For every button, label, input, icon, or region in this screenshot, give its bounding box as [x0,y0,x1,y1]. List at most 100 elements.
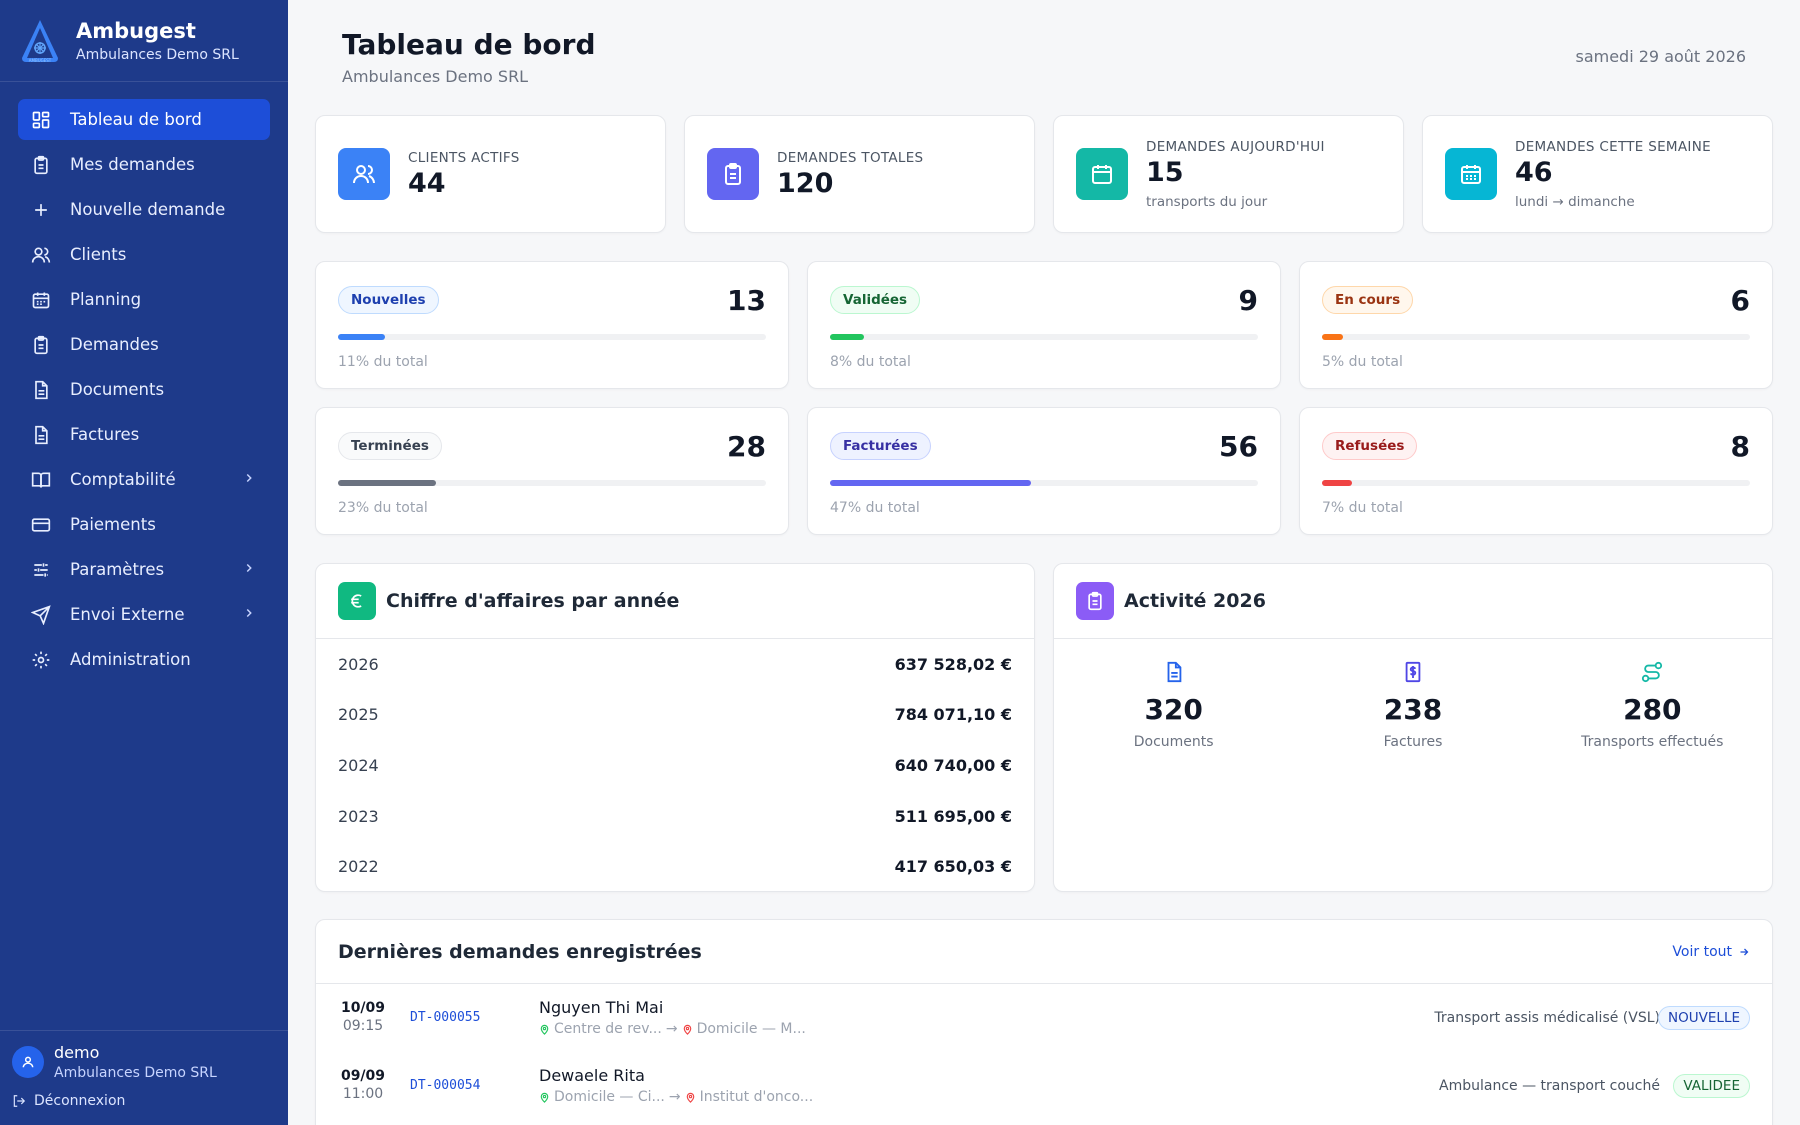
status-card-facturees[interactable]: Facturées 56 47% du total [807,407,1281,535]
route-arrow-icon: → [665,1021,678,1037]
activity-value: 238 [1383,693,1443,726]
clipboard-icon [1076,582,1114,620]
request-row[interactable]: 09/09 11:00 DT-000054 Dewaele Rita Domic… [316,1052,1772,1120]
request-id-link[interactable]: DT-000055 [410,1010,480,1025]
sidebar-item-label: Mes demandes [70,155,195,174]
revenue-year: 2022 [338,857,379,877]
sidebar-item-label: Envoi Externe [70,605,185,624]
kpi-value: 15 [1146,156,1184,188]
sidebar-item-demandes[interactable]: Demandes [18,324,270,365]
user-icon [22,1056,34,1068]
logout-label: Déconnexion [34,1093,126,1109]
status-card-validees[interactable]: Validées 9 8% du total [807,261,1281,389]
document-icon [30,379,52,401]
status-percent: 8% du total [830,354,911,370]
status-progress-fill [830,480,1032,486]
status-progress-fill [830,334,865,340]
sidebar-item-clients[interactable]: Clients [18,234,270,275]
kpi-note: lundi → dimanche [1515,193,1635,210]
brand[interactable]: AMBUGEST Ambugest Ambulances Demo SRL [0,0,288,82]
sidebar: AMBUGEST Ambugest Ambulances Demo SRL Ta… [0,0,288,1125]
sidebar-item-mes-demandes[interactable]: Mes demandes [18,144,270,185]
sidebar-nav: Tableau de bord Mes demandes Nouvelle de… [0,82,288,701]
sidebar-item-label: Clients [70,245,127,264]
kpi-card-demandes-aujourdhui: DEMANDES AUJOURD'HUI 15 transports du jo… [1053,115,1404,233]
see-all-label: Voir tout [1672,943,1732,960]
request-date: 10/09 [340,1000,386,1016]
revenue-amount: 640 740,00 € [894,755,1012,775]
request-destination: Domicile — M... [696,1021,806,1037]
status-progress-track [1322,480,1750,486]
request-origin: Domicile — Ci... [554,1089,665,1105]
page-subtitle: Ambulances Demo SRL [342,67,529,86]
kpi-note: transports du jour [1146,193,1268,210]
revenue-row: 2026 637 528,02 € [316,639,1034,690]
kpi-label: DEMANDES CETTE SEMAINE [1515,138,1711,155]
status-progress-fill [1322,480,1352,486]
sidebar-item-comptabilite[interactable]: Comptabilité [18,459,270,500]
see-all-link[interactable]: Voir tout [1672,944,1750,960]
destination-pin-icon [683,1024,691,1035]
revenue-year: 2024 [338,755,379,775]
activity-panel-title: Activité 2026 [1124,590,1266,612]
status-card-en-cours[interactable]: En cours 6 5% du total [1299,261,1773,389]
status-progress-track [830,480,1258,486]
sidebar-item-administration[interactable]: Administration [18,639,270,680]
status-count: 28 [727,430,766,463]
euro-icon [338,582,376,620]
activity-value: 320 [1144,693,1203,726]
revenue-panel-title: Chiffre d'affaires par année [386,590,680,612]
request-row[interactable]: 10/09 09:15 DT-000055 Nguyen Thi Mai Cen… [316,984,1772,1052]
activity-panel-header: Activité 2026 [1054,564,1772,639]
recent-requests-title: Dernières demandes enregistrées [338,940,702,963]
kpi-value: 120 [777,167,834,199]
logout-link[interactable]: Déconnexion [12,1093,276,1109]
logo-wordmark: AMBUGEST [29,58,52,63]
main-content: Tableau de bord Ambulances Demo SRL same… [288,0,1800,1125]
status-card-refusees[interactable]: Refusées 8 7% du total [1299,407,1773,535]
revenue-year: 2026 [338,654,379,674]
brand-name: Ambugest [76,18,196,43]
activity-panel: Activité 2026 320 Documents 238 Factures… [1053,563,1773,892]
kpi-card-demandes-semaine: DEMANDES CETTE SEMAINE 46 lundi → dimanc… [1422,115,1773,233]
sidebar-item-envoi-externe[interactable]: Envoi Externe [18,594,270,635]
sidebar-item-paiements[interactable]: Paiements [18,504,270,545]
sidebar-item-label: Planning [70,290,142,309]
send-icon [30,604,52,626]
sidebar-item-planning[interactable]: Planning [18,279,270,320]
sidebar-item-tableau-de-bord[interactable]: Tableau de bord [18,99,270,140]
ambugest-logo: AMBUGEST [22,19,58,63]
status-percent: 23% du total [338,500,428,516]
kpi-label: DEMANDES TOTALES [777,149,924,166]
status-pill: Terminées [338,432,442,460]
activity-value: 280 [1623,693,1682,726]
request-transport-type: Transport assis médicalisé (VSL) [1434,1010,1660,1026]
status-percent: 11% du total [338,354,428,370]
sidebar-item-parametres[interactable]: Paramètres [18,549,270,590]
request-datetime: 10/09 09:15 [338,1000,388,1034]
status-card-terminees[interactable]: Terminées 28 23% du total [315,407,789,535]
status-pill: Nouvelles [338,286,439,314]
status-card-nouvelles[interactable]: Nouvelles 13 11% du total [315,261,789,389]
plus-icon [30,199,52,221]
brand-subtitle: Ambulances Demo SRL [76,46,239,63]
revenue-panel: Chiffre d'affaires par année 2026 637 528… [315,563,1035,892]
sidebar-item-nouvelle-demande[interactable]: Nouvelle demande [18,189,270,230]
status-percent: 5% du total [1322,354,1403,370]
users-icon [30,244,52,266]
status-progress-track [338,480,766,486]
chevron-right-icon [246,473,252,483]
request-datetime: 09/09 11:00 [338,1068,388,1102]
user-info[interactable]: demo Ambulances Demo SRL [12,1043,276,1081]
status-badge: VALIDEE [1673,1074,1750,1098]
status-progress-fill [1322,334,1344,340]
activity-label: Documents [1133,734,1214,750]
revenue-year: 2023 [338,806,379,826]
gear-icon [30,649,52,671]
sidebar-item-factures[interactable]: Factures [18,414,270,455]
request-id-link[interactable]: DT-000054 [410,1078,480,1093]
route-arrow-icon: → [668,1089,681,1105]
revenue-panel-header: Chiffre d'affaires par année [316,564,1034,639]
sidebar-item-documents[interactable]: Documents [18,369,270,410]
credit-card-icon [30,514,52,536]
